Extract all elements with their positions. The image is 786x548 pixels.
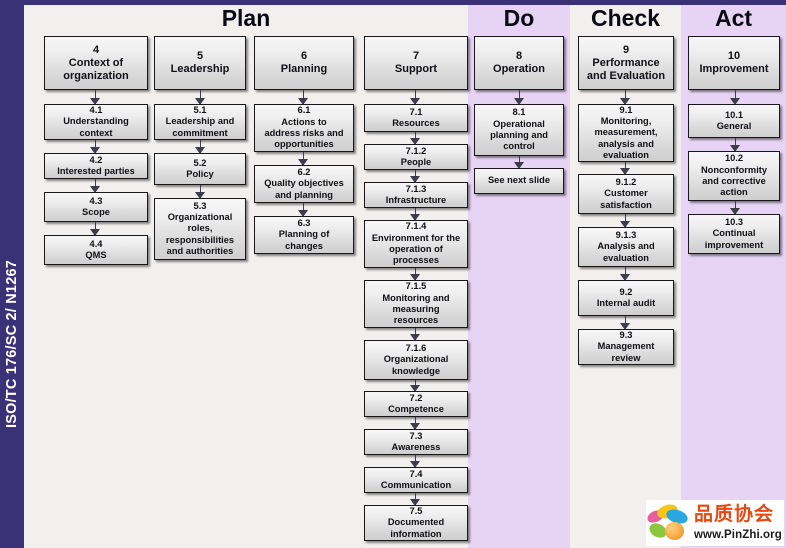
- node-clause-9-1-3[interactable]: 9.1.3 Analysis and evaluation: [578, 227, 674, 267]
- node-clause-5-2[interactable]: 5.2 Policy: [154, 153, 246, 185]
- node-clause-7-5[interactable]: 7.5 Documented information: [364, 505, 468, 541]
- node-clause-4[interactable]: 4 Context of organization: [44, 36, 148, 90]
- phase-title-act: Act: [714, 5, 753, 31]
- arrow-9-1-3-to-9-2: [620, 267, 631, 281]
- arrow-5-1-to-5-2: [195, 140, 206, 154]
- arrow-4-3-to-4-4: [90, 222, 101, 236]
- pinwheel-icon: [646, 502, 692, 544]
- arrow-10-to-10-1: [730, 90, 741, 105]
- sidebar-spine: ISO/TC 176/SC 2/ N1267: [0, 0, 24, 548]
- node-clause-9-1-2[interactable]: 9.1.2 Customer satisfaction: [578, 174, 674, 214]
- arrow-7-to-7-1: [410, 90, 421, 105]
- node-clause-4-3[interactable]: 4.3 Scope: [44, 192, 148, 222]
- node-clause-7-4[interactable]: 7.4 Communication: [364, 467, 468, 493]
- arrow-9-to-9-1: [620, 90, 631, 105]
- node-clause-6-1[interactable]: 6.1 Actions to address risks and opportu…: [254, 104, 354, 152]
- node-clause-9-1[interactable]: 9.1 Monitoring, measurement, analysis an…: [578, 104, 674, 162]
- arrow-4-to-4-1: [90, 90, 101, 105]
- arrow-4-1-to-4-2: [90, 140, 101, 154]
- node-clause-9-3[interactable]: 9.3 Management review: [578, 329, 674, 365]
- arrow-6-2-to-6-3: [298, 203, 309, 217]
- arrow-9-1-to-9-1-2: [620, 162, 631, 175]
- arrow-7-1-to-7-1-2: [410, 132, 421, 145]
- arrow-10-2-to-10-3: [730, 201, 741, 215]
- node-clause-4-1[interactable]: 4.1 Understanding context: [44, 104, 148, 140]
- arrow-6-1-to-6-2: [298, 152, 309, 166]
- phase-title-check: Check: [590, 5, 661, 31]
- node-see-next-slide[interactable]: See next slide: [474, 168, 564, 194]
- watermark-url: www.PinZhi.org: [694, 528, 782, 541]
- arrow-10-1-to-10-2: [730, 138, 741, 152]
- node-clause-10-2[interactable]: 10.2 Nonconformity and corrective action: [688, 151, 780, 201]
- arrow-6-to-6-1: [298, 90, 309, 105]
- arrow-8-1-to-next-slide: [514, 156, 525, 169]
- arrow-7-4-to-7-5: [410, 493, 421, 506]
- watermark-logo: 品质协会 www.PinZhi.org: [646, 500, 784, 546]
- node-clause-7-1-6[interactable]: 7.1.6 Organizational knowledge: [364, 340, 468, 380]
- arrow-8-to-8-1: [514, 90, 525, 105]
- node-clause-5[interactable]: 5 Leadership: [154, 36, 246, 90]
- node-clause-4-4[interactable]: 4.4 QMS: [44, 235, 148, 265]
- arrow-7-1-4-to-7-1-5: [410, 268, 421, 281]
- node-clause-5-3[interactable]: 5.3 Organizational roles, responsibiliti…: [154, 198, 246, 260]
- arrow-7-1-6-to-7-2: [410, 380, 421, 392]
- node-clause-4-2[interactable]: 4.2 Interested parties: [44, 153, 148, 179]
- node-clause-9[interactable]: 9 Performance and Evaluation: [578, 36, 674, 90]
- node-clause-10-3[interactable]: 10.3 Continual improvement: [688, 214, 780, 254]
- node-clause-7-1-4[interactable]: 7.1.4 Environment for the operation of p…: [364, 220, 468, 268]
- arrow-7-3-to-7-4: [410, 455, 421, 468]
- watermark-name: 品质协会: [694, 502, 775, 525]
- arrow-7-2-to-7-3: [410, 417, 421, 430]
- document-reference: ISO/TC 176/SC 2/ N1267: [4, 260, 20, 429]
- node-clause-7-1[interactable]: 7.1 Resources: [364, 104, 468, 132]
- node-clause-10-1[interactable]: 10.1 General: [688, 104, 780, 138]
- arrow-7-1-5-to-7-1-6: [410, 328, 421, 341]
- arrow-5-2-to-5-3: [195, 185, 206, 199]
- node-clause-10[interactable]: 10 Improvement: [688, 36, 780, 90]
- node-clause-9-2[interactable]: 9.2 Internal audit: [578, 280, 674, 316]
- node-clause-8-1[interactable]: 8.1 Operational planning and control: [474, 104, 564, 156]
- node-clause-7-1-3[interactable]: 7.1.3 Infrastructure: [364, 182, 468, 208]
- phase-title-plan: Plan: [221, 5, 271, 31]
- node-clause-6-3[interactable]: 6.3 Planning of changes: [254, 216, 354, 254]
- node-clause-7-1-5[interactable]: 7.1.5 Monitoring and measuring resources: [364, 280, 468, 328]
- node-clause-6[interactable]: 6 Planning: [254, 36, 354, 90]
- node-clause-6-2[interactable]: 6.2 Quality objectives and planning: [254, 165, 354, 203]
- watermark-text: 品质协会 www.PinZhi.org: [692, 502, 784, 543]
- node-clause-8[interactable]: 8 Operation: [474, 36, 564, 90]
- arrow-4-2-to-4-3: [90, 179, 101, 193]
- arrow-9-1-2-to-9-1-3: [620, 214, 631, 228]
- arrow-5-to-5-1: [195, 90, 206, 105]
- arrow-7-1-2-to-7-1-3: [410, 170, 421, 183]
- phase-title-do: Do: [503, 5, 535, 31]
- arrow-9-2-to-9-3: [620, 316, 631, 330]
- node-clause-5-1[interactable]: 5.1 Leadership and commitment: [154, 104, 246, 140]
- node-clause-7[interactable]: 7 Support: [364, 36, 468, 90]
- node-clause-7-1-2[interactable]: 7.1.2 People: [364, 144, 468, 170]
- arrow-7-1-3-to-7-1-4: [410, 208, 421, 221]
- diagram-canvas: Plan Do Check Act ISO/TC 176/SC 2/ N1267…: [0, 0, 786, 548]
- node-clause-7-3[interactable]: 7.3 Awareness: [364, 429, 468, 455]
- node-clause-7-2[interactable]: 7.2 Competence: [364, 391, 468, 417]
